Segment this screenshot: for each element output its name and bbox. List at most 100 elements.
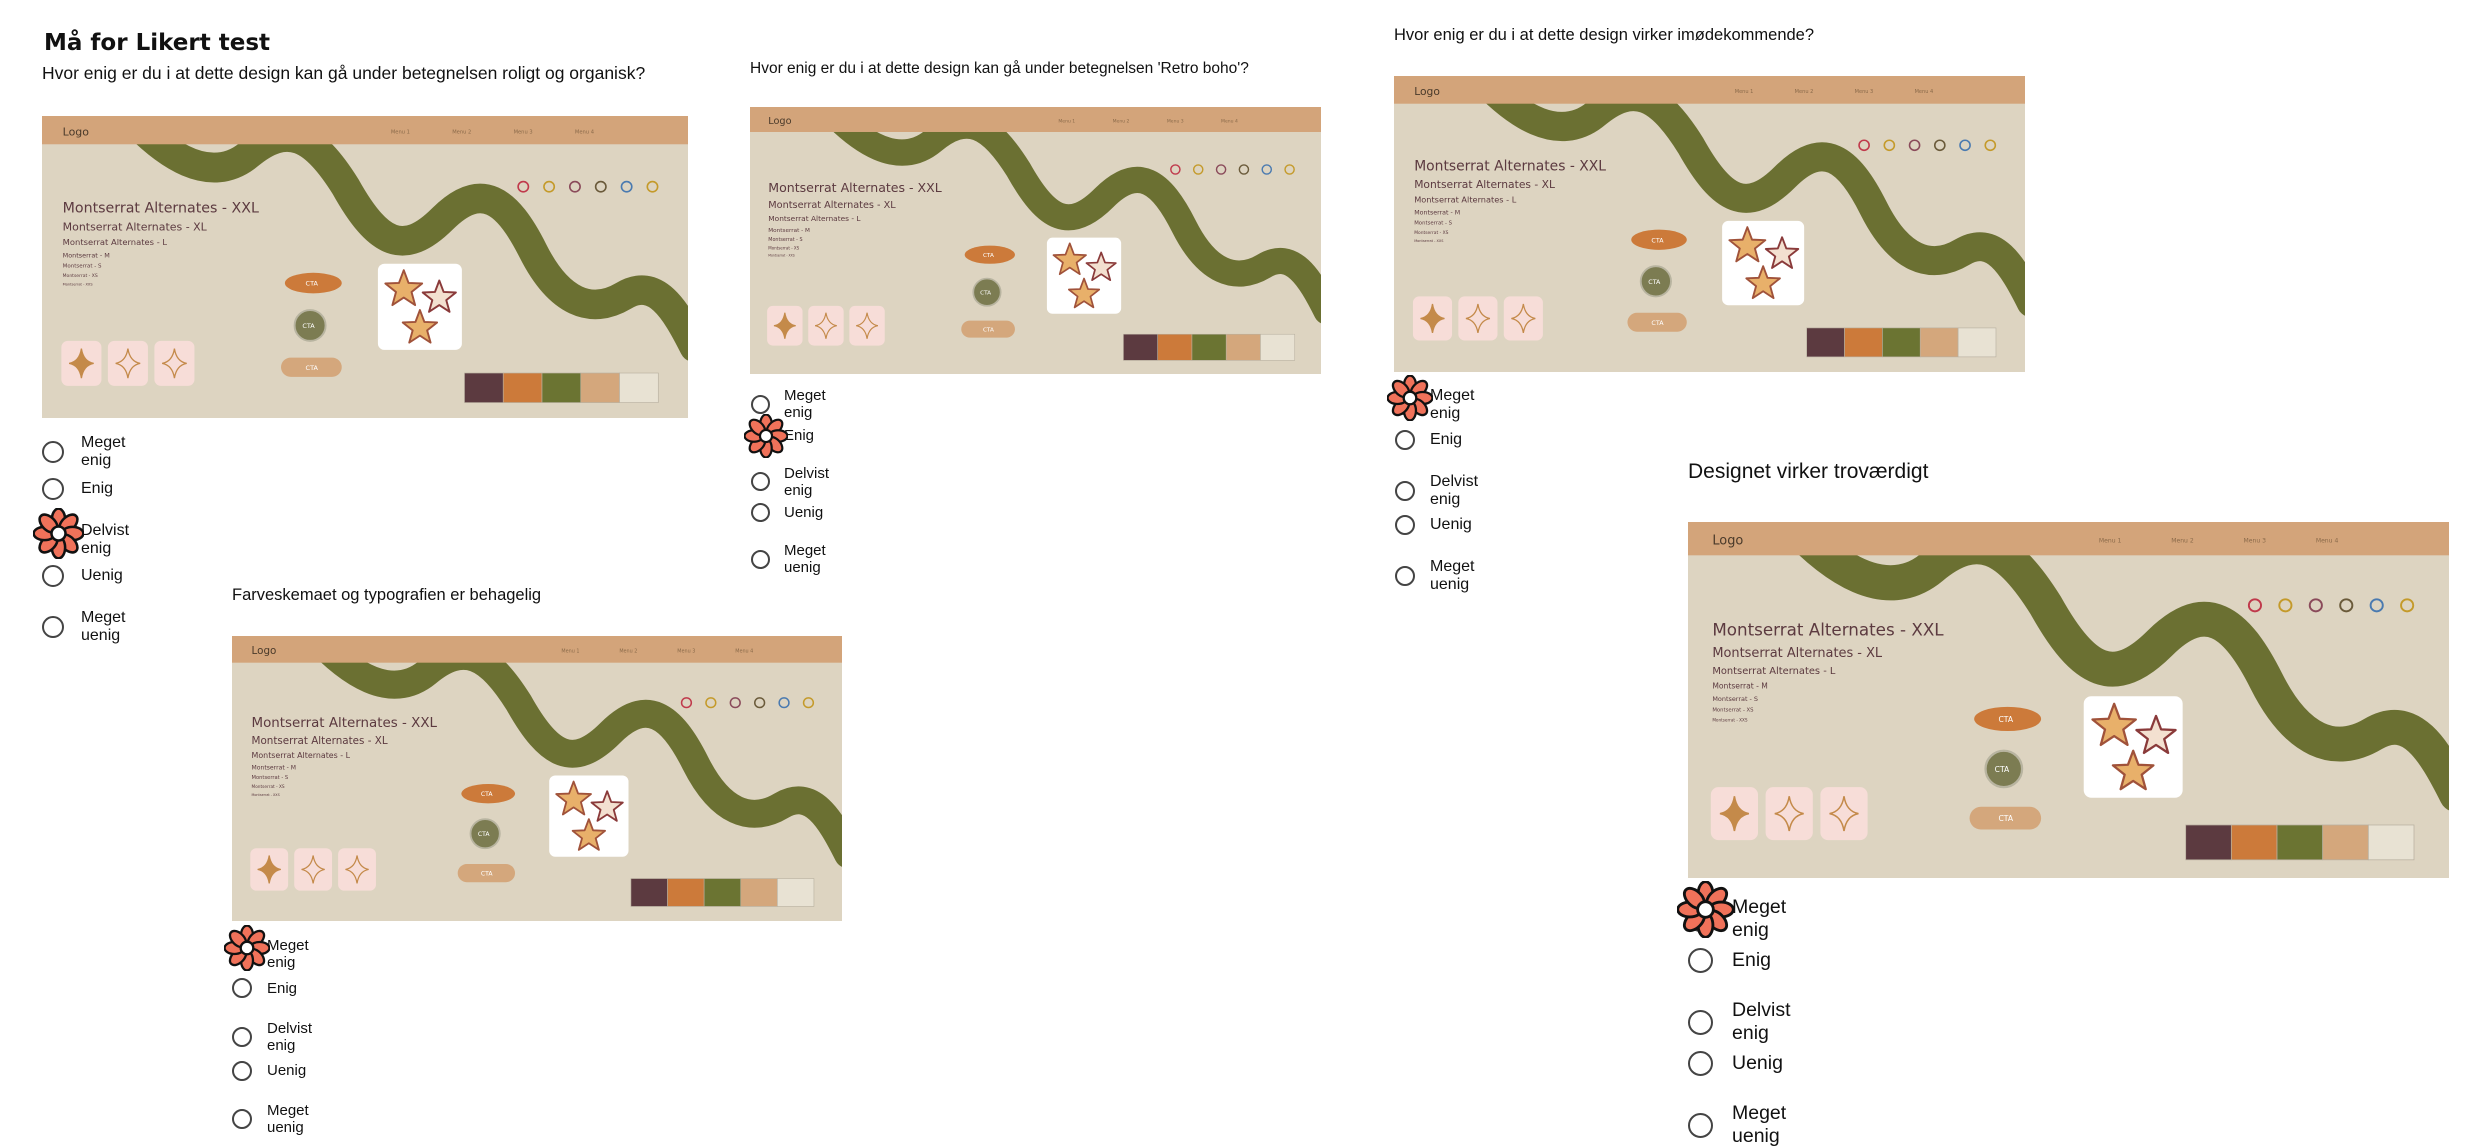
palette-swatch <box>1882 327 1921 358</box>
flower-selection-icon <box>743 413 789 463</box>
radio-option-label: Delvist enig <box>81 521 130 557</box>
radio-option[interactable]: Enig <box>1688 947 1772 973</box>
radio-option[interactable]: Enig <box>232 978 297 999</box>
radio-option-label: Meget uenig <box>1430 558 1475 594</box>
radio-option[interactable]: Meget uenig <box>751 542 826 576</box>
typography-sample: Montserrat - XXS <box>252 793 280 797</box>
radio-button[interactable] <box>1688 1112 1713 1138</box>
radio-button[interactable] <box>1395 515 1415 536</box>
sparkle-tile <box>107 340 148 386</box>
design-menu-item: Menu 1 <box>1735 89 1754 95</box>
typography-sample: Montserrat - XXS <box>63 282 94 286</box>
radio-option[interactable]: Delvist enig <box>1395 473 1478 509</box>
design-menu-item: Menu 2 <box>452 129 471 135</box>
radio-option-label: Meget enig <box>1732 896 1787 941</box>
palette-swatch <box>1191 333 1227 361</box>
palette-swatch <box>541 372 582 403</box>
radio-button[interactable] <box>42 565 64 588</box>
cta-label: CTA <box>478 831 491 838</box>
radio-button[interactable] <box>1688 1009 1713 1035</box>
radio-button[interactable] <box>42 477 64 500</box>
radio-button[interactable] <box>1395 566 1415 587</box>
radio-button[interactable] <box>1395 429 1415 450</box>
typography-sample: Montserrat Alternates - XL <box>1712 646 1883 661</box>
radio-button[interactable] <box>751 472 770 492</box>
radio-button[interactable] <box>42 616 64 639</box>
radio-button[interactable] <box>1688 1050 1713 1076</box>
question-3-text: Hvor enig er du i at dette design virker… <box>1394 26 1815 44</box>
typography-sample: Montserrat - S <box>63 264 102 270</box>
radio-option[interactable]: Enig <box>42 477 113 500</box>
typography-sample: Montserrat Alternates - XXL <box>1414 158 1606 174</box>
radio-option-label: Delvist enig <box>1430 472 1479 508</box>
radio-option[interactable]: Delvist enig <box>1688 999 1791 1045</box>
typography-sample: Montserrat - XXS <box>768 254 794 258</box>
typography-sample: Montserrat - XS <box>768 245 799 250</box>
typography-sample: Montserrat Alternates - XXL <box>768 180 942 195</box>
cta-label: CTA <box>481 791 494 798</box>
radio-button[interactable] <box>751 503 770 523</box>
radio-option[interactable]: Meget uenig <box>232 1102 309 1136</box>
sparkle-tile <box>808 305 844 346</box>
radio-option[interactable]: Uenig <box>42 565 123 588</box>
radio-option-label: Enig <box>1732 948 1772 971</box>
radio-option-label: Meget uenig <box>1732 1102 1787 1147</box>
radio-option[interactable]: Uenig <box>232 1060 306 1081</box>
design-preview-5: Logo Menu 1 Menu 2 Menu 3 Menu 4 Montserrat A… <box>1688 522 2449 878</box>
radio-button[interactable] <box>232 1109 252 1130</box>
radio-button[interactable] <box>1395 480 1415 501</box>
radio-button[interactable] <box>1688 947 1713 973</box>
palette-swatch <box>1157 333 1193 361</box>
palette-swatch <box>1806 327 1845 358</box>
design-menu-item: Menu 4 <box>1221 118 1238 124</box>
radio-option[interactable]: Uenig <box>751 503 823 523</box>
radio-button[interactable] <box>232 1060 252 1081</box>
radio-option[interactable]: Delvist enig <box>232 1020 312 1054</box>
design-logo: Logo <box>1414 85 1440 98</box>
design-menu-item: Menu 1 <box>391 129 410 135</box>
starfish-card <box>2083 696 2183 798</box>
typography-sample: Montserrat - M <box>252 764 297 771</box>
cta-label: CTA <box>983 253 994 259</box>
radio-option[interactable]: Uenig <box>1395 515 1472 536</box>
radio-option-label: Enig <box>1430 430 1463 448</box>
radio-button[interactable] <box>751 394 770 414</box>
design-menu-item: Menu 1 <box>2099 537 2122 544</box>
design-menu-item: Menu 4 <box>575 129 594 135</box>
radio-option-label: Meget enig <box>267 937 309 971</box>
design-canvas: Logo Menu 1 Menu 2 Menu 3 Menu 4 Montserrat A… <box>1688 522 2449 878</box>
radio-option-label: Meget uenig <box>81 609 126 645</box>
palette-swatch <box>502 372 543 403</box>
typography-sample: Montserrat Alternates - L <box>1712 666 1836 677</box>
radio-option[interactable]: Delvist enig <box>751 465 829 499</box>
typography-sample: Montserrat Alternates - L <box>63 237 168 247</box>
cta-label: CTA <box>980 290 991 296</box>
radio-option[interactable]: Meget uenig <box>1395 558 1474 594</box>
typography-sample: Montserrat - XS <box>252 784 285 790</box>
radio-option[interactable]: Enig <box>1395 429 1463 450</box>
radio-option[interactable]: Uenig <box>1688 1050 1783 1076</box>
radio-button[interactable] <box>232 1026 252 1047</box>
flower-selection-icon <box>32 507 85 564</box>
design-menu-item: Menu 4 <box>735 648 753 654</box>
palette-swatch <box>1844 327 1883 358</box>
design-preview-3: Logo Menu 1 Menu 2 Menu 3 Menu 4 Montserrat A… <box>1394 76 2025 372</box>
radio-option[interactable]: Meget uenig <box>42 609 125 645</box>
sparkle-tile <box>338 848 376 891</box>
radio-option-label: Delvist enig <box>267 1019 313 1054</box>
radio-option-label: Meget uenig <box>267 1102 309 1137</box>
radio-option[interactable]: Meget enig <box>42 434 125 470</box>
typography-sample: Montserrat - M <box>768 228 810 234</box>
typography-sample: Montserrat Alternates - XL <box>768 200 896 211</box>
palette-swatch <box>2230 824 2278 861</box>
palette-swatch <box>2276 824 2324 861</box>
typography-sample: Montserrat - S <box>1414 221 1452 227</box>
typography-sample: Montserrat - XXS <box>1712 718 1748 723</box>
typography-sample: Montserrat - S <box>768 237 802 243</box>
radio-button[interactable] <box>751 549 770 569</box>
radio-option[interactable]: Meget uenig <box>1688 1102 1786 1148</box>
radio-button[interactable] <box>232 978 252 999</box>
radio-button[interactable] <box>42 441 64 463</box>
typography-sample: Montserrat Alternates - L <box>252 751 351 760</box>
palette-swatch <box>464 372 504 403</box>
